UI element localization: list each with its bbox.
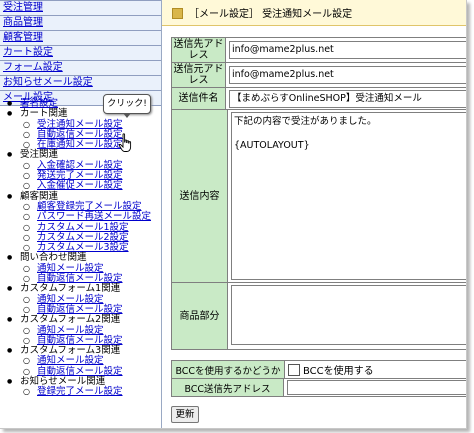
to-cell: info@mame2plus.net — [226, 38, 466, 62]
subject-cell: 【まめぷらすOnlineSHOP】受注通知メール — [226, 88, 466, 109]
subject-label: 送信件名 — [172, 88, 226, 109]
hand-pointer-icon — [118, 133, 132, 152]
form-row-from: 送信元アドレス info@mame2plus.net — [172, 63, 466, 88]
product-textarea[interactable] — [231, 285, 466, 345]
tree-link[interactable]: 登録完了メール設定 — [37, 386, 123, 397]
nav-customers[interactable]: 顧客管理 — [0, 31, 161, 46]
mail-settings-tree: 署名設定 カート関連 受注通知メール設定 自動返信メール設定 在庫通知メール設定… — [0, 98, 161, 398]
main-nav: 受注管理 商品管理 顧客管理 カート設定 フォーム設定 お知らせメール設定 メー… — [0, 0, 161, 106]
bcc-form: BCCを使用するかどうか BCCを使用する BCC送信先アドレス — [171, 360, 466, 397]
bcc-checkbox[interactable] — [288, 363, 300, 376]
header-icon — [172, 8, 183, 19]
to-address-input[interactable]: info@mame2plus.net — [229, 41, 466, 59]
bcc-use-cell: BCCを使用する — [285, 361, 466, 378]
form-row-bcc-use: BCCを使用するかどうか BCCを使用する — [172, 361, 466, 379]
body-textarea[interactable]: 下記の内容で受注がありました。 {AUTOLAYOUT} — [231, 112, 466, 280]
nav-form-settings[interactable]: フォーム設定 — [0, 61, 161, 76]
from-cell: info@mame2plus.net — [226, 63, 466, 87]
page-title: ［メール設定］ 受注通知メール設定 — [189, 9, 353, 20]
subject-input[interactable]: 【まめぷらすOnlineSHOP】受注通知メール — [229, 89, 466, 108]
page-header: ［メール設定］ 受注通知メール設定 — [162, 0, 466, 26]
bcc-checkbox-label: BCCを使用する — [303, 366, 374, 377]
click-tooltip: クリック! — [103, 94, 151, 118]
main-panel: ［メール設定］ 受注通知メール設定 送信先アドレス info@mame2plus… — [162, 0, 466, 428]
form-row-to: 送信先アドレス info@mame2plus.net — [172, 38, 466, 63]
left-sidebar: 受注管理 商品管理 顧客管理 カート設定 フォーム設定 お知らせメール設定 メー… — [0, 0, 162, 428]
from-address-input[interactable]: info@mame2plus.net — [229, 66, 466, 84]
form-row-product: 商品部分 — [172, 283, 466, 350]
product-cell — [228, 283, 466, 349]
window-frame: 受注管理 商品管理 顧客管理 カート設定 フォーム設定 お知らせメール設定 メー… — [0, 0, 467, 429]
body-cell: 下記の内容で受注がありました。 {AUTOLAYOUT} — [228, 110, 466, 282]
product-label: 商品部分 — [172, 283, 228, 349]
bcc-use-label: BCCを使用するかどうか — [172, 361, 285, 378]
update-button[interactable]: 更新 — [171, 406, 199, 423]
body-label: 送信内容 — [172, 110, 228, 282]
bcc-address-label: BCC送信先アドレス — [172, 379, 284, 396]
form-row-bcc-address: BCC送信先アドレス — [172, 379, 466, 397]
bcc-address-input[interactable] — [287, 380, 466, 395]
form-row-subject: 送信件名 【まめぷらすOnlineSHOP】受注通知メール — [172, 88, 466, 110]
nav-products[interactable]: 商品管理 — [0, 16, 161, 31]
form-row-body: 送信内容 下記の内容で受注がありました。 {AUTOLAYOUT} — [172, 110, 466, 283]
nav-cart-settings[interactable]: カート設定 — [0, 46, 161, 61]
to-label: 送信先アドレス — [172, 38, 226, 62]
from-label: 送信元アドレス — [172, 63, 226, 87]
nav-orders[interactable]: 受注管理 — [0, 0, 161, 16]
tree-item[interactable]: 登録完了メール設定 — [0, 386, 161, 398]
bcc-address-cell — [284, 379, 466, 396]
nav-newsletter-settings[interactable]: お知らせメール設定 — [0, 76, 161, 91]
mail-form: 送信先アドレス info@mame2plus.net 送信元アドレス info@… — [171, 37, 466, 350]
